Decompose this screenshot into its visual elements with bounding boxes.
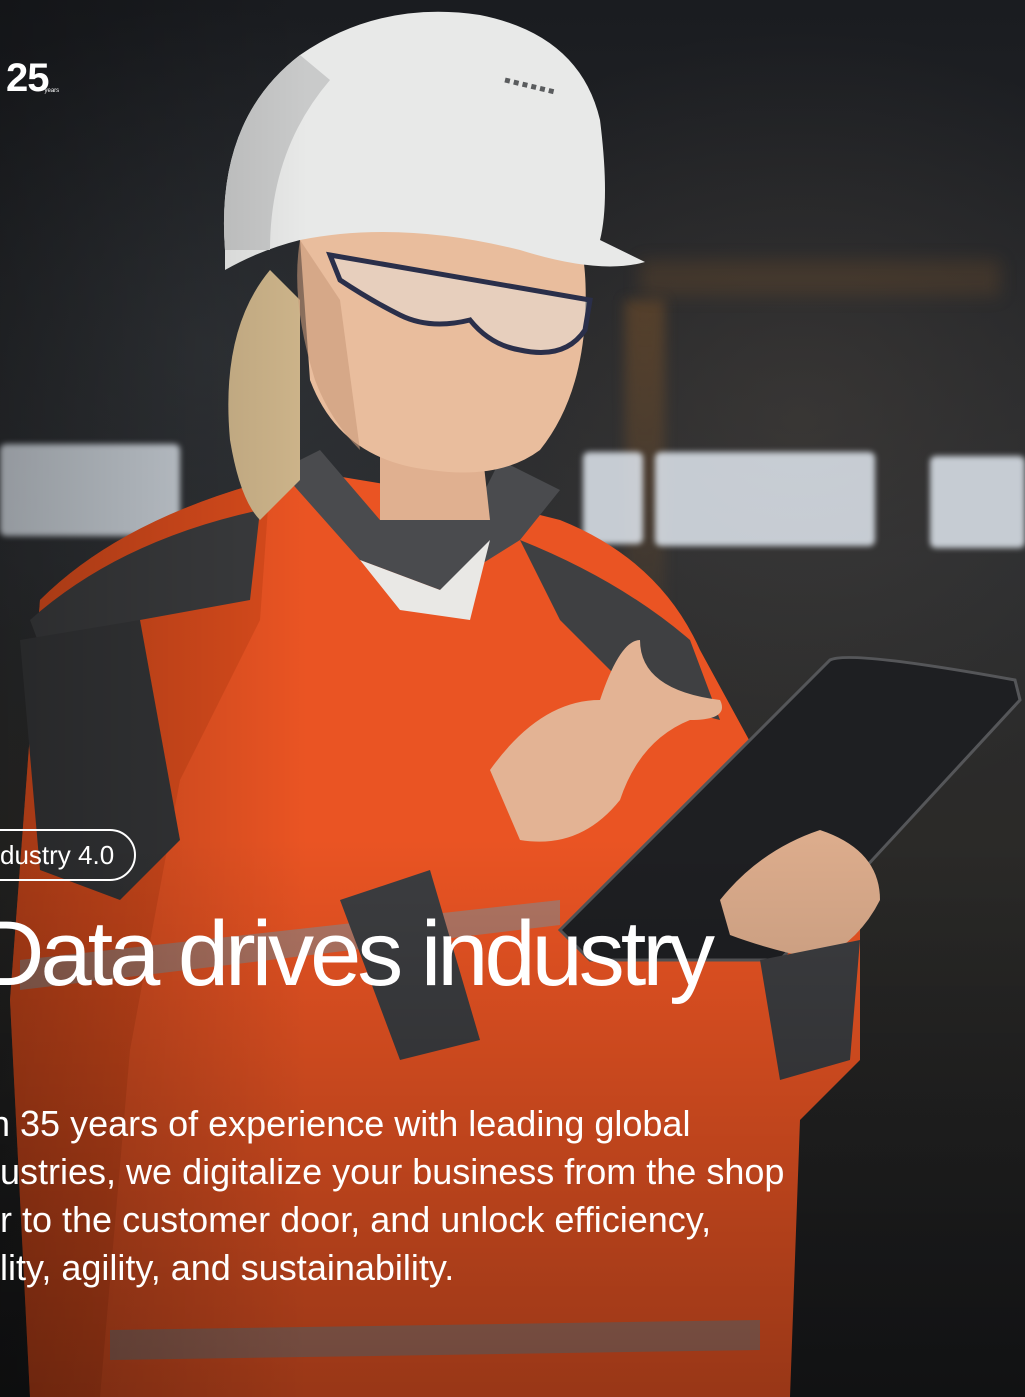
- hero-description-line: dustries, we digitalize your business fr…: [0, 1151, 785, 1192]
- hero-description-line: th 35 years of experience with leading g…: [0, 1103, 691, 1144]
- hero-headline: Data drives industry: [0, 903, 715, 1005]
- logo-suffix: years: [44, 88, 60, 94]
- hero-description-line: ality, agility, and sustainability.: [0, 1247, 455, 1288]
- hero-description-line: or to the customer door, and unlock effi…: [0, 1199, 712, 1240]
- category-tag[interactable]: dustry 4.0: [0, 829, 137, 881]
- logo-number: 25: [6, 56, 49, 100]
- hero-description: th 35 years of experience with leading g…: [0, 1100, 920, 1292]
- hero-section: 25 years dustry 4.0 Data drives industry…: [0, 0, 1025, 1397]
- anniversary-logo[interactable]: 25 years: [6, 58, 59, 98]
